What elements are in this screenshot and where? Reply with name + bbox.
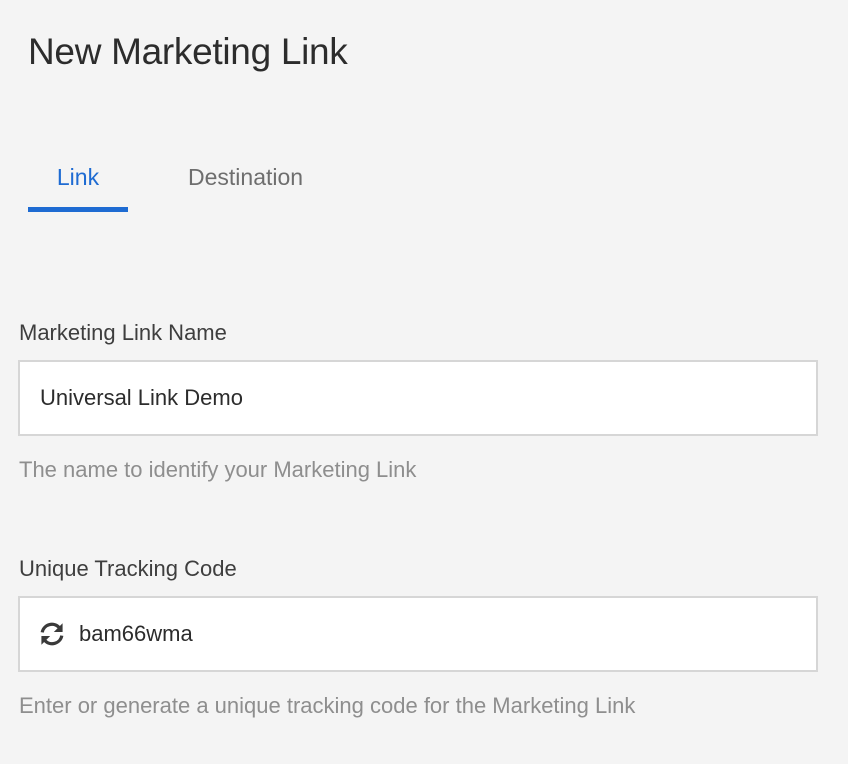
tab-link[interactable]: Link	[28, 158, 128, 212]
marketing-link-name-helper: The name to identify your Marketing Link	[19, 457, 417, 482]
tracking-code-label: Unique Tracking Code	[19, 556, 237, 581]
active-tab-indicator	[28, 207, 128, 212]
marketing-link-name-field-container	[18, 360, 818, 436]
marketing-link-name-input[interactable]	[20, 362, 816, 434]
tab-destination-label: Destination	[188, 164, 304, 190]
tracking-code-field-container	[18, 596, 818, 672]
page-title: New Marketing Link	[28, 31, 348, 72]
tab-bar: Link Destination	[28, 158, 303, 212]
tracking-code-input[interactable]	[79, 598, 816, 670]
tab-link-label: Link	[56, 164, 100, 190]
refresh-icon[interactable]	[37, 619, 67, 649]
marketing-link-name-label: Marketing Link Name	[19, 320, 227, 345]
tab-destination[interactable]: Destination	[188, 158, 303, 212]
tracking-code-helper: Enter or generate a unique tracking code…	[19, 693, 636, 718]
